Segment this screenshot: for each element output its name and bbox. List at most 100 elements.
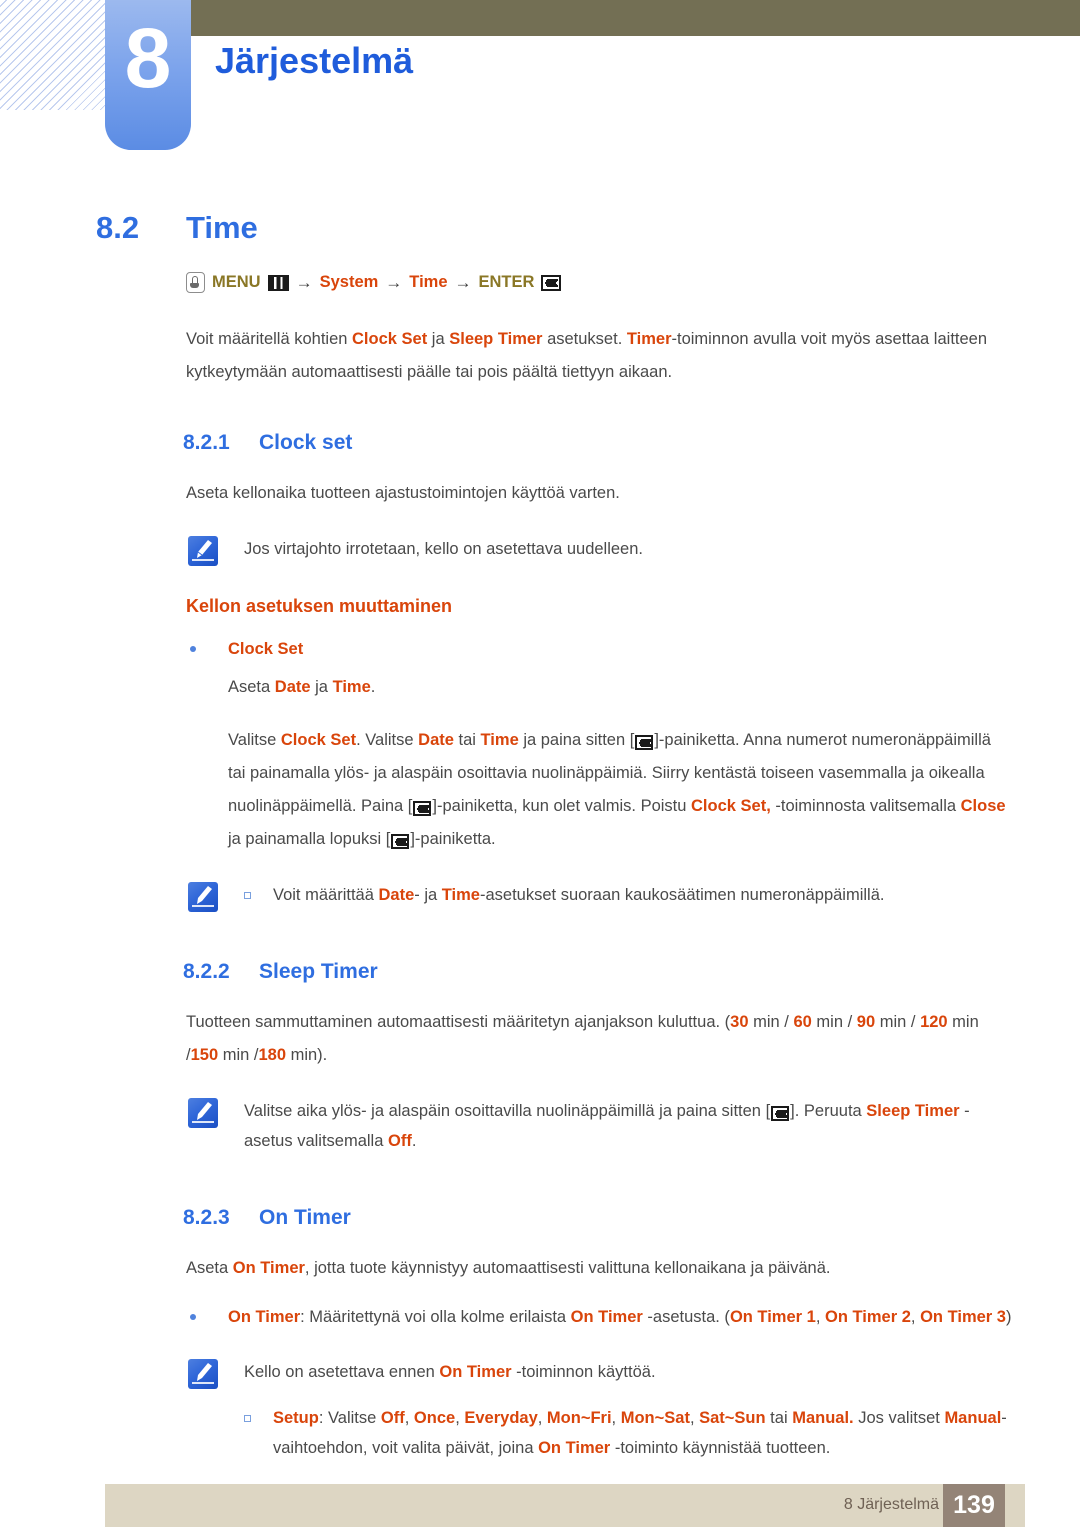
square-bullet-icon-1 (244, 892, 251, 899)
setup-sep-2: , (455, 1409, 465, 1427)
section-heading-time: 8.2 Time (0, 210, 1080, 246)
section-title: Time (186, 210, 258, 245)
hatch-pattern-decoration (0, 0, 108, 110)
note2-date: Date (378, 886, 415, 904)
line1-text-3: . (370, 678, 376, 696)
note-pen-icon (188, 536, 218, 566)
note2-time: Time (441, 886, 480, 904)
sleep-value-30: 30 (730, 1013, 749, 1031)
instr-close: Close (960, 797, 1006, 815)
note-pen-icon-3 (188, 1098, 218, 1128)
b1-sep-1: , (815, 1308, 826, 1326)
line1-text-2: ja (310, 678, 333, 696)
note-pen-icon-4 (188, 1359, 218, 1389)
instr-date: Date (418, 731, 454, 749)
note-on-timer-clock: Kello on asetettava ennen On Timer -toim… (0, 1357, 1080, 1389)
bullet-clock-set: Clock Set (0, 633, 1080, 665)
clock-set-description: Aseta kellonaika tuotteen ajastustoimint… (186, 484, 620, 502)
note-text-sleep-timer: Valitse aika ylös- ja alaspäin osoittavi… (244, 1096, 1012, 1156)
instr-time: Time (480, 731, 519, 749)
intro-text-2: ja (427, 330, 450, 348)
b1-sep-2: , (910, 1308, 921, 1326)
navpath-time-label: Time (409, 273, 448, 292)
b1-on-timer-2b: On Timer 2 (825, 1308, 911, 1326)
intro-clock-set: Clock Set (352, 330, 428, 348)
instr-clock-set: Clock Set (280, 731, 357, 749)
footer-page-number: 139 (943, 1484, 1005, 1527)
subsection-title-sleep-timer: Sleep Timer (259, 960, 378, 983)
note-clock-reset: Jos virtajohto irrotetaan, kello on aset… (0, 534, 1080, 566)
arrow-right-icon-2: → (385, 273, 403, 292)
note2-text-3: -asetukset suoraan kaukosäätimen numeron… (479, 886, 885, 904)
note-text-clock-reset: Jos virtajohto irrotetaan, kello on aset… (244, 540, 643, 558)
chapter-title: Järjestelmä (215, 40, 414, 81)
subsection-title-on-timer: On Timer (259, 1206, 351, 1229)
chapter-number: 8 (124, 11, 172, 105)
navpath-system-label: System (319, 273, 379, 292)
sleepnote-text-1: Valitse aika ylös- ja alaspäin osoittavi… (244, 1102, 771, 1120)
setup-sep-1: , (404, 1409, 414, 1427)
setup-sep-3: , (537, 1409, 547, 1427)
note2-text-1: Voit määrittää (273, 886, 379, 904)
subsection-heading-clock-set: 8.2.1 Clock set (0, 431, 1080, 455)
subsection-heading-on-timer: 8.2.3 On Timer (0, 1206, 1080, 1230)
instr-text-9: ]-painiketta. (410, 830, 496, 848)
subsection-heading-sleep-timer: 8.2.2 Sleep Timer (0, 960, 1080, 984)
sleep-text-6: min / (218, 1046, 259, 1064)
instr-clock-set-2: Clock Set, (691, 797, 771, 815)
instr-text-7: -toiminnosta valitsemalla (770, 797, 961, 815)
clock-set-instructions: Valitse Clock Set. Valitse Date tai Time… (0, 724, 1080, 856)
note-text-on-timer-clock: Kello on asetettava ennen On Timer -toim… (244, 1357, 1012, 1389)
bullet-on-timer-presets: On Timer: Määritettynä voi olla kolme er… (0, 1301, 1080, 1333)
page-header: 8 Järjestelmä (0, 0, 1080, 160)
instr-text-2: . Valitse (356, 731, 419, 749)
option-sat-sun: Sat~Sun (699, 1409, 766, 1427)
ontimer-label: On Timer (232, 1259, 305, 1277)
note-sleep-timer: Valitse aika ylös- ja alaspäin osoittavi… (0, 1096, 1080, 1156)
intro-text-1: Voit määritellä kohtien (186, 330, 353, 348)
arrow-right-icon-3: → (454, 273, 472, 292)
line1-text-1: Aseta (228, 678, 275, 696)
enter-key-icon (541, 274, 562, 291)
sleepnote-text-4: . (411, 1132, 417, 1150)
menu-navigation-path: MENU → System → Time → ENTER (0, 272, 1080, 293)
touch-hand-icon (186, 272, 205, 293)
instr-text-1: Valitse (228, 731, 281, 749)
ontimernote-text-2: -toiminnon käyttöä. (511, 1363, 656, 1381)
note-pen-icon-2 (188, 882, 218, 912)
subsection-number-821: 8.2.1 (183, 431, 230, 454)
setup-sep-5: , (689, 1409, 700, 1427)
b1-on-timer: On Timer (228, 1308, 301, 1326)
footer-chapter-label: 8 Järjestelmä (843, 1496, 939, 1513)
ontimernote-on-timer: On Timer (439, 1363, 512, 1381)
bullet-text-on-timer-presets: On Timer: Määritettynä voi olla kolme er… (228, 1301, 1012, 1333)
instr-text-6: ]-painiketta, kun olet valmis. Poistu (432, 797, 692, 815)
sleep-timer-description: Tuotteen sammuttaminen automaattisesti m… (0, 1006, 1080, 1072)
instr-text-4: ja paina sitten [ (518, 731, 635, 749)
on-timer-description: Aseta On Timer, jotta tuote käynnistyy a… (0, 1252, 1080, 1285)
sleep-value-60: 60 (793, 1013, 812, 1031)
setup-manual-2: Manual (944, 1409, 1002, 1427)
intro-sleep-timer: Sleep Timer (449, 330, 543, 348)
option-once: Once (413, 1409, 456, 1427)
instr-text-8: ja painamalla lopuksi [ (228, 830, 391, 848)
enter-key-icon-inline-1 (635, 735, 654, 751)
sleep-text-2: min / (748, 1013, 794, 1031)
sleep-value-150: 150 (190, 1046, 219, 1064)
sleep-text-1: Tuotteen sammuttaminen automaattisesti m… (186, 1013, 731, 1031)
sub-heading-kellon-asetuksen: Kellon asetuksen muuttaminen (186, 596, 453, 616)
sleep-value-180: 180 (258, 1046, 286, 1064)
sleep-text-4: min / (875, 1013, 921, 1031)
line1-time: Time (332, 678, 371, 696)
option-mon-sat: Mon~Sat (620, 1409, 690, 1427)
ontimernote-text-1: Kello on asetettava ennen (244, 1363, 440, 1381)
option-everyday: Everyday (464, 1409, 538, 1427)
round-bullet-icon-2 (190, 1314, 196, 1320)
square-bullet-icon-2 (244, 1415, 251, 1422)
page-content: 8.2 Time MENU → System → Time → ENTER Vo… (0, 160, 1080, 1463)
b1-text-3: ) (1006, 1308, 1012, 1326)
subsection-number-822: 8.2.2 (183, 960, 230, 983)
setup-text-1: : Valitse (318, 1409, 381, 1427)
sleepnote-text-2: ]. Peruuta (790, 1102, 867, 1120)
ontimer-text-2: , jotta tuote käynnistyy automaattisesti… (304, 1259, 831, 1277)
